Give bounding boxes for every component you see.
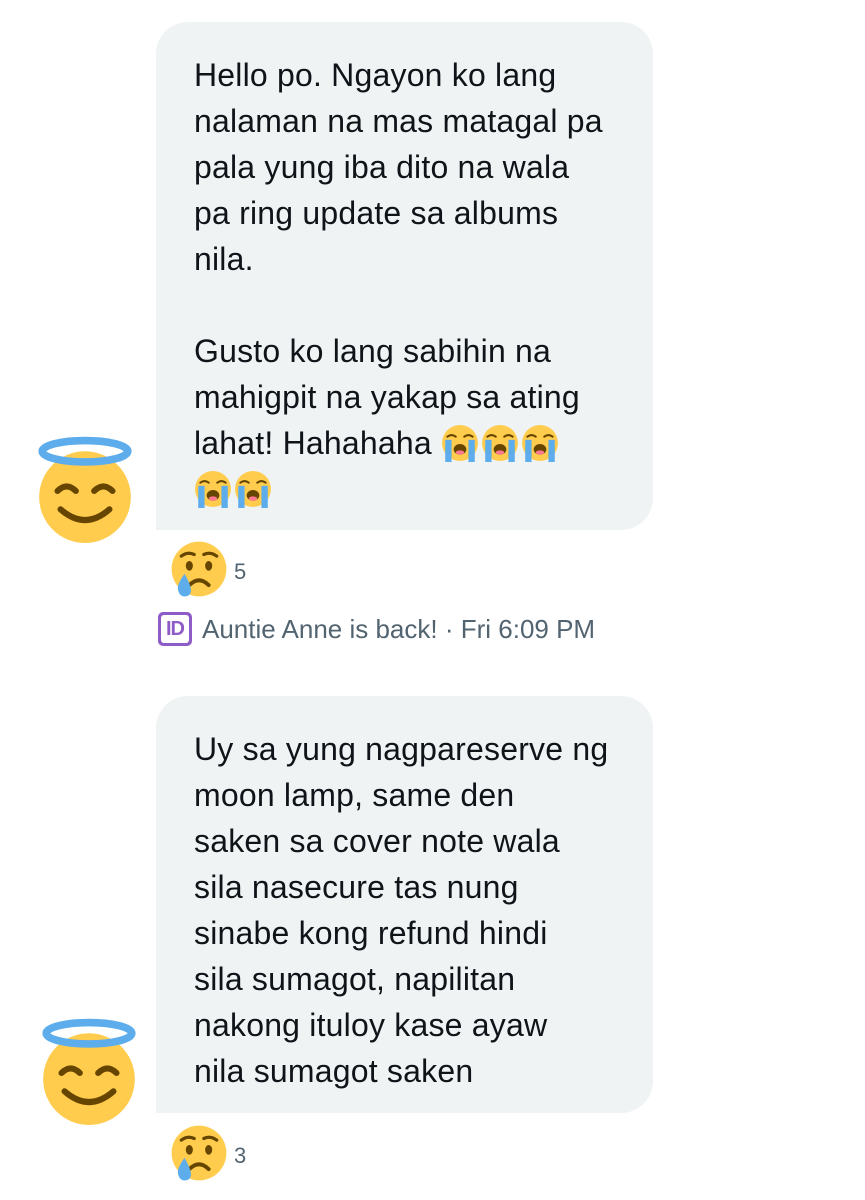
reaction[interactable]: 3 — [170, 1124, 246, 1182]
loudly-crying-face-icon — [441, 424, 479, 462]
message-text: Gusto ko lang sabihin na mahigpit na yak… — [194, 328, 623, 512]
loudly-crying-face-icon — [194, 470, 232, 508]
id-badge-icon: ID — [158, 612, 192, 646]
reaction[interactable]: 5 — [170, 540, 246, 598]
message-text: Hello po. Ngayon ko lang nalaman na mas … — [194, 57, 603, 277]
message-meta: ID Auntie Anne is back! · Fri 6:09 PM — [158, 612, 595, 646]
loudly-crying-face-icon — [521, 424, 559, 462]
reaction-count: 5 — [234, 559, 247, 584]
reaction-count: 3 — [234, 1143, 247, 1168]
loudly-crying-face-icon — [481, 424, 519, 462]
smiling-face-with-halo-icon[interactable] — [34, 1018, 144, 1128]
crying-face-icon — [170, 1124, 228, 1182]
smiling-face-with-halo-icon[interactable] — [30, 436, 140, 546]
separator: · — [437, 613, 461, 644]
loudly-crying-face-icon — [234, 470, 272, 508]
crying-face-icon — [170, 540, 228, 598]
message-bubble[interactable]: Uy sa yung nagpareserve ng moon lamp, sa… — [156, 696, 653, 1113]
message-text: Uy sa yung nagpareserve ng moon lamp, sa… — [194, 731, 609, 1089]
sender-name[interactable]: Auntie Anne is back! — [202, 614, 438, 645]
timestamp: Fri 6:09 PM — [460, 613, 596, 644]
message-bubble[interactable]: Hello po. Ngayon ko lang nalaman na mas … — [156, 22, 653, 530]
